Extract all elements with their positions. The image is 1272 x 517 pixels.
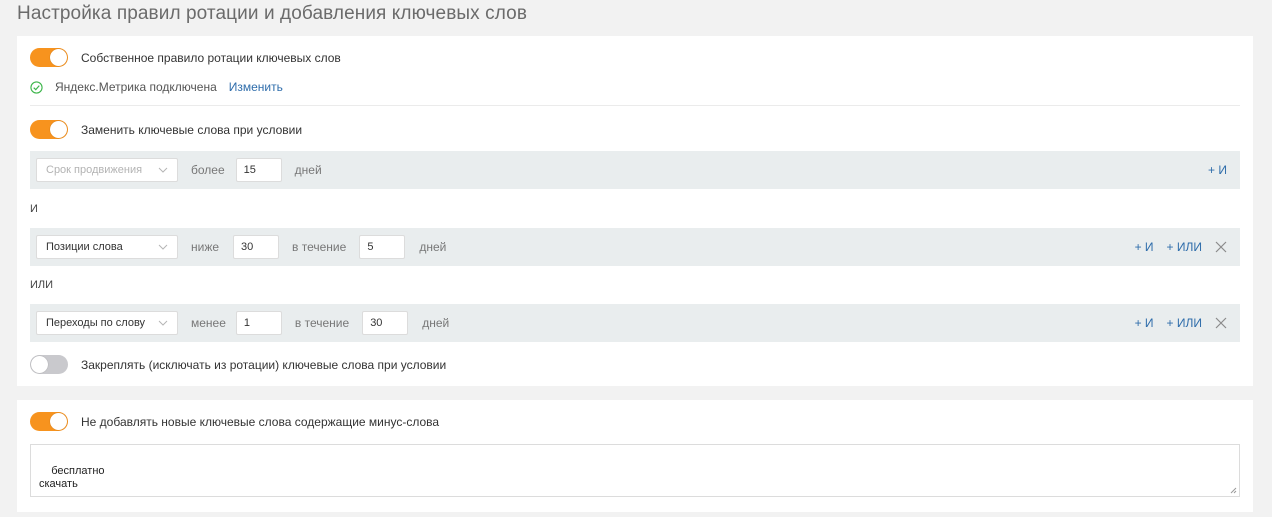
divider [30, 105, 1240, 106]
metric-select-value: Срок продвижения [46, 164, 143, 176]
value-input-1[interactable] [235, 158, 282, 182]
condition-actions: + И + ИЛИ [1135, 316, 1227, 330]
minus-words-toggle-row: Не добавлять новые ключевые слова содерж… [30, 412, 439, 431]
toggle-knob [50, 49, 67, 66]
metric-select-2[interactable]: Позиции слова [36, 235, 178, 259]
condition-actions: + И [1208, 163, 1227, 177]
toggle-knob [31, 356, 48, 373]
logic-and-label: И [30, 203, 38, 215]
unit-label: дней [422, 316, 450, 330]
metric-select-3[interactable]: Переходы по слову [36, 311, 178, 335]
metrika-status: Яндекс.Метрика подключена [55, 80, 217, 94]
condition-row-1: Срок продвижения более дней + И [30, 151, 1240, 189]
add-or-button[interactable]: + ИЛИ [1167, 240, 1202, 254]
unit-label: дней [419, 240, 447, 254]
toggle-knob [50, 413, 67, 430]
minus-words-text: бесплатно скачать [39, 465, 105, 490]
minus-words-toggle[interactable] [30, 412, 68, 431]
period-input-2[interactable] [359, 235, 406, 259]
value-input-2[interactable] [233, 235, 280, 259]
rotation-toggle-label: Собственное правило ротации ключевых сло… [81, 50, 341, 65]
rotation-card: Собственное правило ротации ключевых сло… [17, 36, 1253, 386]
pin-toggle[interactable] [30, 355, 68, 374]
operator-label: ниже [191, 240, 220, 254]
condition-actions: + И + ИЛИ [1135, 240, 1227, 254]
page-title: Настройка правил ротации и добавления кл… [17, 3, 528, 24]
add-and-button[interactable]: + И [1208, 163, 1227, 177]
condition-row-3: Переходы по слову менее в течение дней +… [30, 304, 1240, 342]
chevron-down-icon [158, 320, 168, 326]
chevron-down-icon [158, 167, 168, 173]
value-input-3[interactable] [235, 311, 282, 335]
unit-label: дней [294, 163, 322, 177]
add-or-button[interactable]: + ИЛИ [1167, 316, 1202, 330]
replace-toggle-row: Заменить ключевые слова при условии [30, 120, 302, 139]
rotation-toggle-row: Собственное правило ротации ключевых сло… [30, 48, 341, 67]
check-circle-icon [30, 80, 43, 94]
pin-toggle-label: Закреплять (исключать из ротации) ключев… [81, 357, 447, 372]
metric-select-value: Позиции слова [46, 241, 123, 253]
close-icon[interactable] [1215, 317, 1227, 329]
logic-or-label: ИЛИ [30, 279, 54, 291]
rotation-toggle[interactable] [30, 48, 68, 67]
add-and-button[interactable]: + И [1135, 240, 1154, 254]
replace-toggle-label: Заменить ключевые слова при условии [81, 122, 303, 137]
period-label: в течение [294, 316, 350, 330]
chevron-down-icon [158, 244, 168, 250]
minus-words-toggle-label: Не добавлять новые ключевые слова содерж… [81, 414, 440, 429]
operator-label: более [191, 163, 225, 177]
metrika-status-row: Яндекс.Метрика подключена Изменить [30, 80, 283, 94]
metrika-change-link[interactable]: Изменить [229, 80, 283, 94]
resize-handle-icon[interactable] [1230, 487, 1237, 494]
metric-select-1[interactable]: Срок продвижения [36, 158, 178, 182]
condition-row-2: Позиции слова ниже в течение дней + И + … [30, 228, 1240, 266]
minus-words-textarea[interactable]: бесплатно скачать [30, 444, 1240, 497]
replace-toggle[interactable] [30, 120, 68, 139]
metric-select-value: Переходы по слову [46, 317, 146, 329]
toggle-knob [50, 121, 67, 138]
close-icon[interactable] [1215, 241, 1227, 253]
period-input-3[interactable] [362, 311, 409, 335]
minus-words-card: Не добавлять новые ключевые слова содерж… [17, 400, 1253, 512]
pin-toggle-row: Закреплять (исключать из ротации) ключев… [30, 355, 446, 374]
operator-label: менее [191, 316, 226, 330]
period-label: в течение [292, 240, 347, 254]
add-and-button[interactable]: + И [1135, 316, 1154, 330]
